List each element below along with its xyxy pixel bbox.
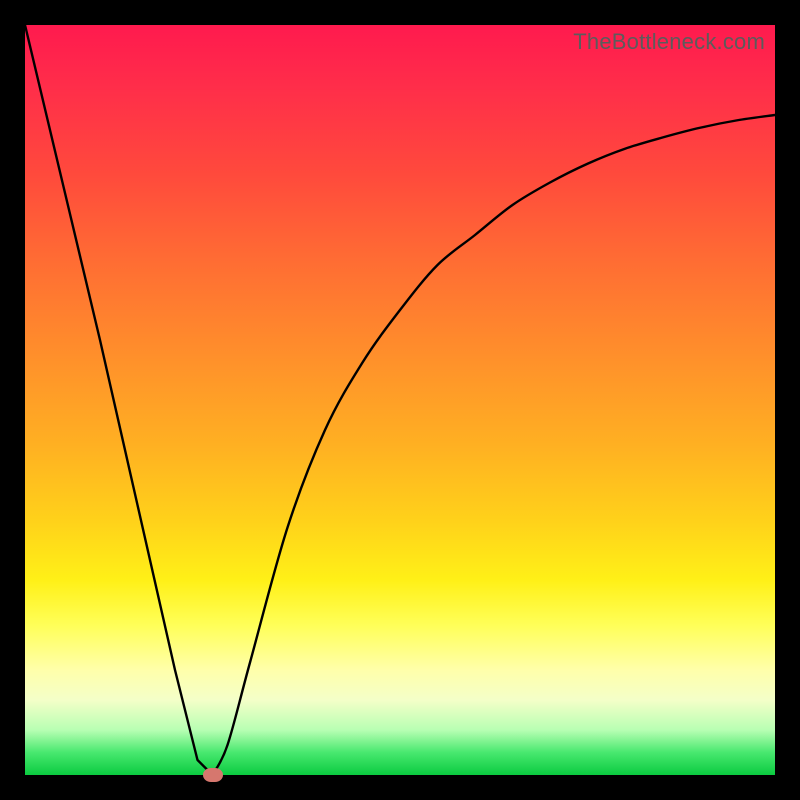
chart-frame: TheBottleneck.com (0, 0, 800, 800)
minimum-marker (203, 768, 223, 782)
plot-area: TheBottleneck.com (25, 25, 775, 775)
bottleneck-curve (25, 25, 775, 775)
watermark-text: TheBottleneck.com (573, 29, 765, 55)
